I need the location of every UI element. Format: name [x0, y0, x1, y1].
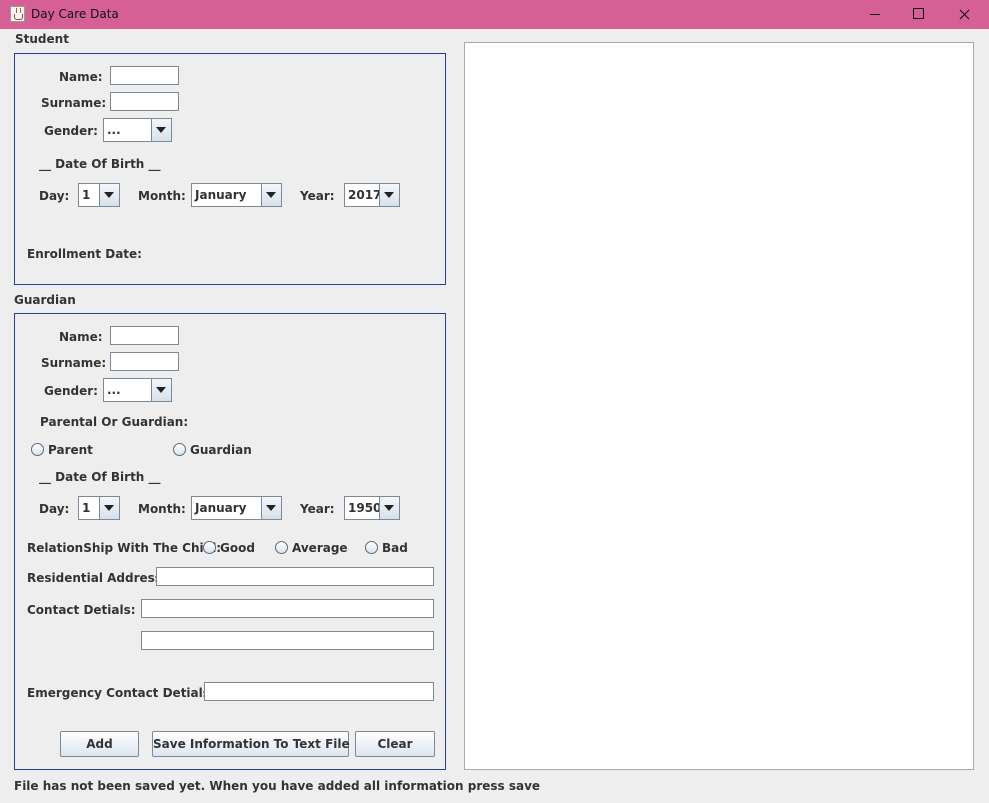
- relationship-average-radio[interactable]: [275, 541, 288, 554]
- close-icon[interactable]: [941, 0, 987, 29]
- window-titlebar[interactable]: Day Care Data: [0, 0, 989, 29]
- guardian-month-select[interactable]: January: [191, 496, 282, 520]
- guardian-day-label: Day:: [39, 502, 70, 516]
- student-gender-value: ...: [107, 123, 121, 137]
- residential-address-input[interactable]: [156, 567, 434, 586]
- guardian-radio-label[interactable]: Guardian: [190, 443, 252, 457]
- guardian-year-value: 1950: [348, 501, 382, 515]
- student-surname-input[interactable]: [110, 92, 179, 111]
- guardian-gender-value: ...: [107, 383, 121, 397]
- relationship-label: RelationShip With The Child:: [27, 541, 222, 555]
- contact-details-input-1[interactable]: [141, 599, 434, 618]
- guardian-section-title: Guardian: [14, 293, 76, 307]
- enrollment-date-label: Enrollment Date:: [27, 247, 142, 261]
- chevron-down-icon[interactable]: [99, 184, 119, 206]
- maximize-icon[interactable]: [895, 0, 941, 29]
- relationship-bad-label[interactable]: Bad: [382, 541, 408, 555]
- parental-or-guardian-label: Parental Or Guardian:: [40, 415, 189, 429]
- save-to-text-file-button[interactable]: Save Information To Text File: [152, 731, 350, 757]
- guardian-day-select[interactable]: 1: [78, 496, 120, 520]
- student-section-title: Student: [15, 32, 69, 46]
- guardian-surname-label: Surname:: [41, 356, 107, 370]
- window-title: Day Care Data: [31, 7, 119, 21]
- student-gender-label: Gender:: [44, 124, 98, 138]
- add-button[interactable]: Add: [60, 731, 139, 757]
- parent-radio-label[interactable]: Parent: [48, 443, 93, 457]
- emergency-contact-label: Emergency Contact Detials:: [27, 686, 215, 700]
- student-month-select[interactable]: January: [191, 183, 282, 207]
- contact-details-input-2[interactable]: [141, 631, 434, 650]
- emergency-contact-input[interactable]: [204, 682, 434, 701]
- guardian-year-label: Year:: [300, 502, 335, 516]
- student-year-value: 2017: [348, 188, 382, 202]
- guardian-gender-select[interactable]: ...: [103, 378, 172, 402]
- guardian-name-label: Name:: [59, 330, 103, 344]
- chevron-down-icon[interactable]: [151, 379, 171, 401]
- relationship-bad-radio[interactable]: [365, 541, 378, 554]
- guardian-radio[interactable]: [173, 443, 186, 456]
- student-month-value: January: [195, 188, 247, 202]
- chevron-down-icon[interactable]: [379, 497, 399, 519]
- guardian-year-select[interactable]: 1950: [344, 496, 400, 520]
- student-name-label: Name:: [59, 70, 103, 84]
- student-day-select[interactable]: 1: [78, 183, 120, 207]
- parent-radio[interactable]: [31, 443, 44, 456]
- relationship-average-label[interactable]: Average: [292, 541, 348, 555]
- student-dob-heading: __ Date Of Birth __: [39, 157, 161, 171]
- guardian-month-value: January: [195, 501, 247, 515]
- contact-details-label: Contact Detials:: [27, 603, 136, 617]
- student-day-value: 1: [82, 188, 91, 202]
- student-year-select[interactable]: 2017: [344, 183, 400, 207]
- guardian-gender-label: Gender:: [44, 384, 98, 398]
- relationship-good-radio[interactable]: [203, 541, 216, 554]
- guardian-surname-input[interactable]: [110, 352, 179, 371]
- student-year-label: Year:: [300, 189, 335, 203]
- guardian-day-value: 1: [82, 501, 91, 515]
- guardian-dob-heading: __ Date Of Birth __: [39, 470, 161, 484]
- guardian-month-label: Month:: [138, 502, 186, 516]
- chevron-down-icon[interactable]: [379, 184, 399, 206]
- student-month-label: Month:: [138, 189, 186, 203]
- student-gender-select[interactable]: ...: [103, 118, 172, 142]
- student-name-input[interactable]: [110, 66, 179, 85]
- student-surname-label: Surname:: [41, 96, 107, 110]
- residential-address-label: Residential Address:: [27, 571, 167, 585]
- clear-button[interactable]: Clear: [355, 731, 435, 757]
- guardian-name-input[interactable]: [110, 326, 179, 345]
- minimize-icon[interactable]: [851, 0, 897, 29]
- chevron-down-icon[interactable]: [261, 184, 281, 206]
- java-app-icon: [10, 6, 25, 22]
- save-status-text: File has not been saved yet. When you ha…: [14, 779, 541, 793]
- output-text-area[interactable]: [464, 42, 974, 770]
- chevron-down-icon[interactable]: [99, 497, 119, 519]
- chevron-down-icon[interactable]: [261, 497, 281, 519]
- student-day-label: Day:: [39, 189, 70, 203]
- relationship-good-label[interactable]: Good: [220, 541, 255, 555]
- chevron-down-icon[interactable]: [151, 119, 171, 141]
